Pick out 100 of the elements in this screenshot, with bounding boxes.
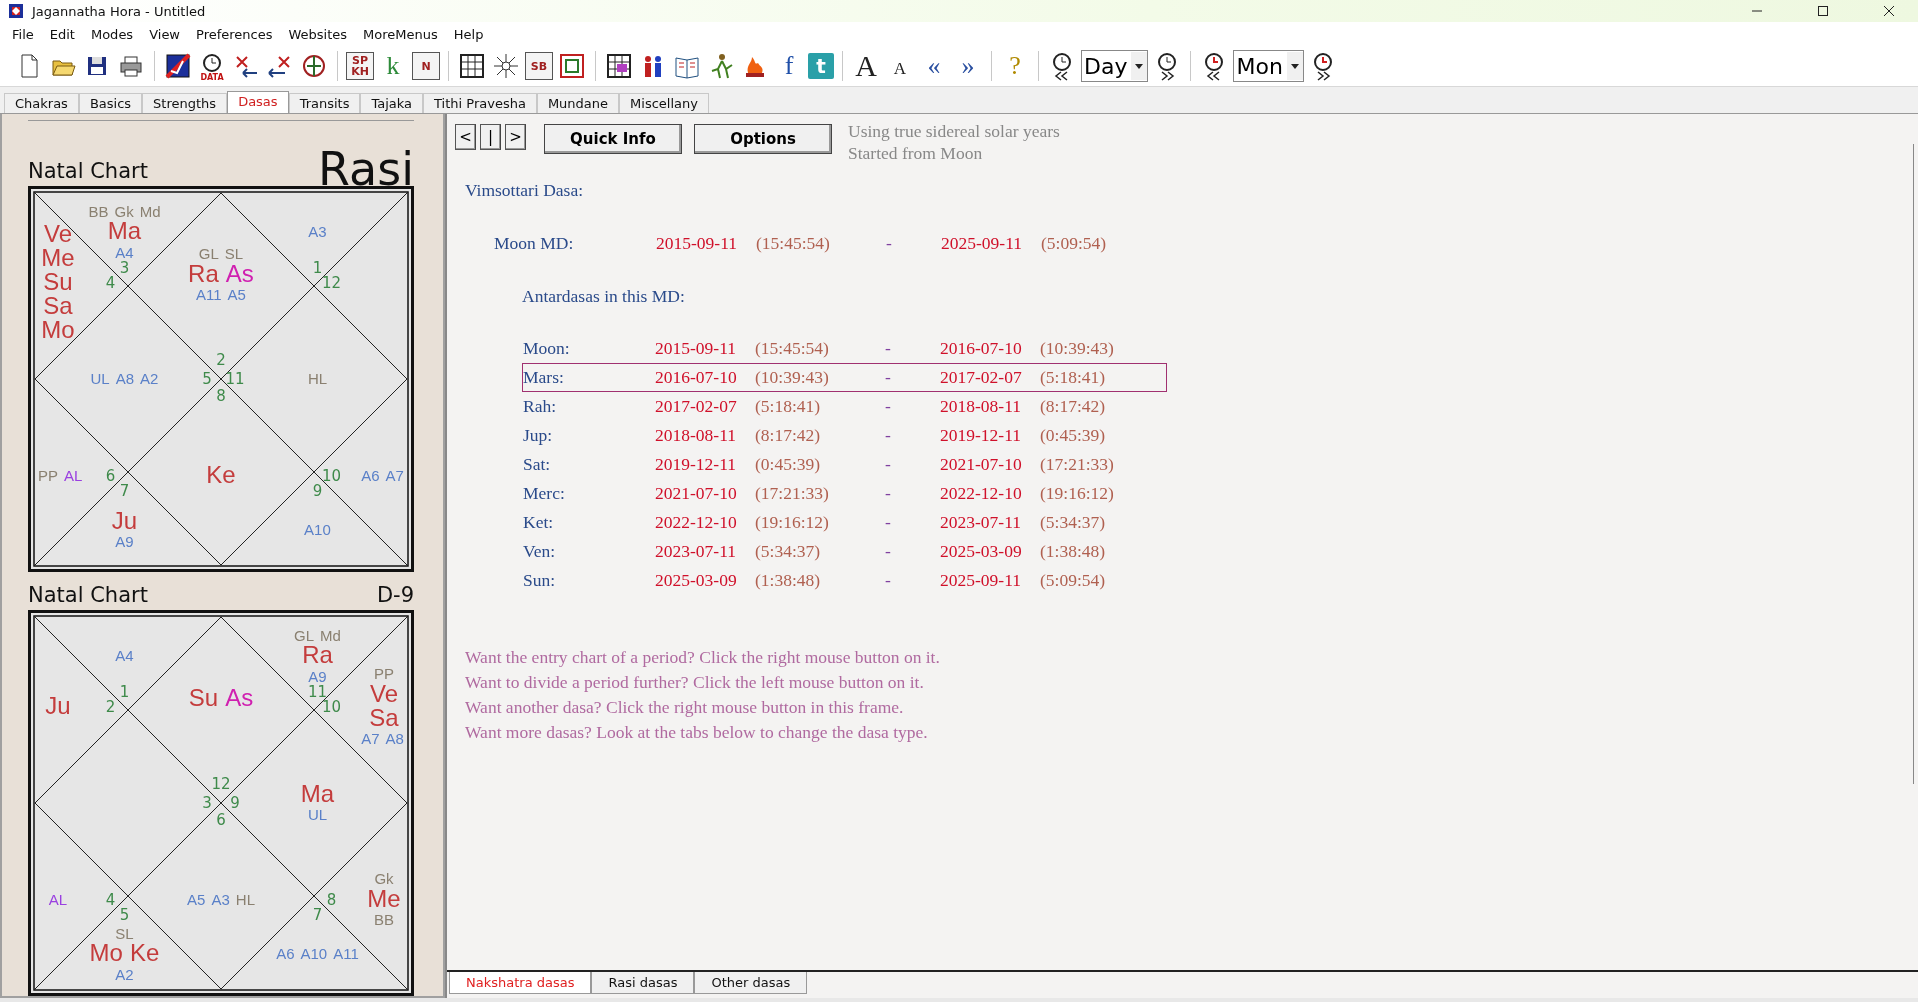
chart-label: A9 bbox=[308, 667, 327, 685]
sparkle-icon[interactable] bbox=[491, 51, 521, 81]
button[interactable]: Quick Info bbox=[544, 124, 682, 154]
chart-label: A6 bbox=[361, 466, 380, 484]
end-time: (19:16:12) bbox=[1040, 483, 1115, 504]
chart-icon[interactable] bbox=[163, 51, 193, 81]
chart-label: A10 bbox=[304, 521, 331, 539]
period-name: Jup: bbox=[523, 425, 554, 446]
sign-number: 4 bbox=[105, 890, 116, 909]
grid-page-icon[interactable] bbox=[604, 51, 634, 81]
button[interactable]: Options bbox=[694, 124, 832, 154]
tab[interactable]: Mundane bbox=[536, 93, 620, 113]
start-date: 2017-02-07 bbox=[655, 396, 738, 417]
menu-item[interactable]: Edit bbox=[41, 26, 83, 42]
sign-number: 7 bbox=[312, 905, 323, 924]
chart-label: Md bbox=[139, 202, 161, 220]
dropdown[interactable]: Mon bbox=[1233, 50, 1304, 82]
menu-item[interactable]: Preferences bbox=[188, 26, 281, 42]
start-date: 2023-07-11 bbox=[655, 541, 737, 562]
end-time: (1:38:48) bbox=[1040, 541, 1107, 562]
hint-text: Want more dasas? Look at the tabs below to change the dasa type. bbox=[465, 721, 929, 744]
dash-separator: - bbox=[885, 396, 892, 417]
toolbar-button[interactable]: SB bbox=[525, 52, 553, 80]
sign-number: 3 bbox=[202, 794, 212, 812]
toolbar-button[interactable]: » bbox=[953, 51, 983, 81]
chart-label: A2 bbox=[115, 965, 134, 983]
start-date: 2015-09-11 bbox=[656, 233, 738, 254]
tab[interactable]: Basics bbox=[78, 93, 143, 113]
chart-label: A2 bbox=[140, 370, 159, 388]
grid-icon[interactable] bbox=[457, 51, 487, 81]
toolbar-button[interactable]: k bbox=[378, 51, 408, 81]
dropdown[interactable]: Day bbox=[1081, 50, 1149, 82]
period-name: Mars: bbox=[523, 367, 565, 388]
chart-title: Natal Chart bbox=[28, 584, 148, 606]
end-date: 2023-07-11 bbox=[940, 512, 1022, 533]
tab[interactable]: Tajaka bbox=[360, 93, 424, 113]
dash-separator: - bbox=[885, 483, 892, 504]
chart-label: Md bbox=[320, 626, 341, 644]
chart-label: HL bbox=[235, 890, 255, 908]
end-date: 2018-08-11 bbox=[940, 396, 1022, 417]
tab[interactable]: Chakras bbox=[4, 93, 79, 113]
dash-separator: - bbox=[885, 454, 892, 475]
chart-label: Gk bbox=[114, 202, 134, 220]
menu-item[interactable]: Modes bbox=[82, 26, 142, 42]
close-icon[interactable] bbox=[1883, 5, 1895, 17]
tab[interactable]: Transits bbox=[288, 93, 361, 113]
nav-button[interactable]: < bbox=[455, 124, 476, 150]
selection-outline[interactable]: Mars: 2016-07-10 (10:39:43) - 2017-02-07 (5:18:41) bbox=[522, 363, 1167, 392]
nav-button[interactable]: | bbox=[480, 124, 501, 150]
sign-number: 11 bbox=[225, 370, 245, 388]
toolbar-button[interactable]: A bbox=[851, 51, 881, 81]
tab[interactable]: Strengths bbox=[142, 93, 228, 113]
tab[interactable]: Tithi Pravesha bbox=[423, 93, 537, 113]
end-time: (0:45:39) bbox=[1040, 425, 1107, 446]
sign-number: 2 bbox=[216, 351, 226, 369]
menu-item[interactable]: Help bbox=[445, 26, 492, 42]
toolbar-button[interactable]: A bbox=[885, 51, 915, 81]
clock-icon[interactable] bbox=[201, 53, 223, 73]
dash-separator: - bbox=[885, 541, 892, 562]
sign-number: 7 bbox=[119, 481, 130, 500]
chart-label: A3 bbox=[211, 890, 230, 908]
chart-label: A7 bbox=[361, 730, 380, 748]
maximize-icon[interactable] bbox=[1817, 5, 1829, 17]
toolbar-button[interactable]: « bbox=[919, 51, 949, 81]
end-time: (8:17:42) bbox=[1040, 396, 1107, 417]
tab[interactable]: Rasi dasas bbox=[591, 972, 695, 994]
icon-label[interactable]: DATA bbox=[200, 73, 224, 82]
start-time: (0:45:39) bbox=[755, 454, 822, 475]
frame-icon[interactable] bbox=[557, 51, 587, 81]
toolbar-button[interactable]: f bbox=[774, 51, 804, 81]
period-name: Sat: bbox=[523, 454, 552, 475]
tab[interactable]: Miscellany bbox=[619, 93, 709, 113]
tab[interactable]: Dasas bbox=[227, 91, 289, 113]
menu-item[interactable]: Websites bbox=[280, 26, 356, 42]
note-text: Started from Moon bbox=[848, 142, 984, 164]
end-date: 2016-07-10 bbox=[940, 338, 1023, 359]
chart-label: UL bbox=[90, 370, 110, 388]
app-logo-icon bbox=[8, 3, 24, 19]
period-name: Merc: bbox=[523, 483, 566, 504]
scrollbar[interactable] bbox=[1912, 144, 1914, 784]
period-name: Moon: bbox=[523, 338, 571, 359]
menu-item[interactable]: MoreMenus bbox=[355, 26, 446, 42]
tab[interactable]: Nakshatra dasas bbox=[449, 972, 592, 994]
chart-label: A7 bbox=[385, 466, 404, 484]
menu-item[interactable]: View bbox=[141, 26, 188, 42]
planet-label: Ju bbox=[111, 506, 138, 534]
tab[interactable]: Other dasas bbox=[694, 972, 808, 994]
toolbar-button[interactable]: SP KH bbox=[346, 52, 374, 80]
toolbar-button[interactable]: N bbox=[412, 52, 440, 80]
sign-number: 9 bbox=[312, 481, 323, 500]
end-time: (5:09:54) bbox=[1040, 570, 1107, 591]
nav-button[interactable]: > bbox=[505, 124, 526, 150]
sign-number: 1 bbox=[312, 258, 323, 277]
planet-label: Ma bbox=[107, 217, 142, 245]
dash-separator: - bbox=[885, 425, 892, 446]
chart-label: PP bbox=[38, 466, 58, 484]
caret-icon bbox=[1135, 63, 1144, 69]
menu-item[interactable]: File bbox=[4, 26, 42, 42]
chart-label: A3 bbox=[308, 223, 327, 241]
window-title: Jagannatha Hora - Untitled bbox=[32, 3, 207, 19]
